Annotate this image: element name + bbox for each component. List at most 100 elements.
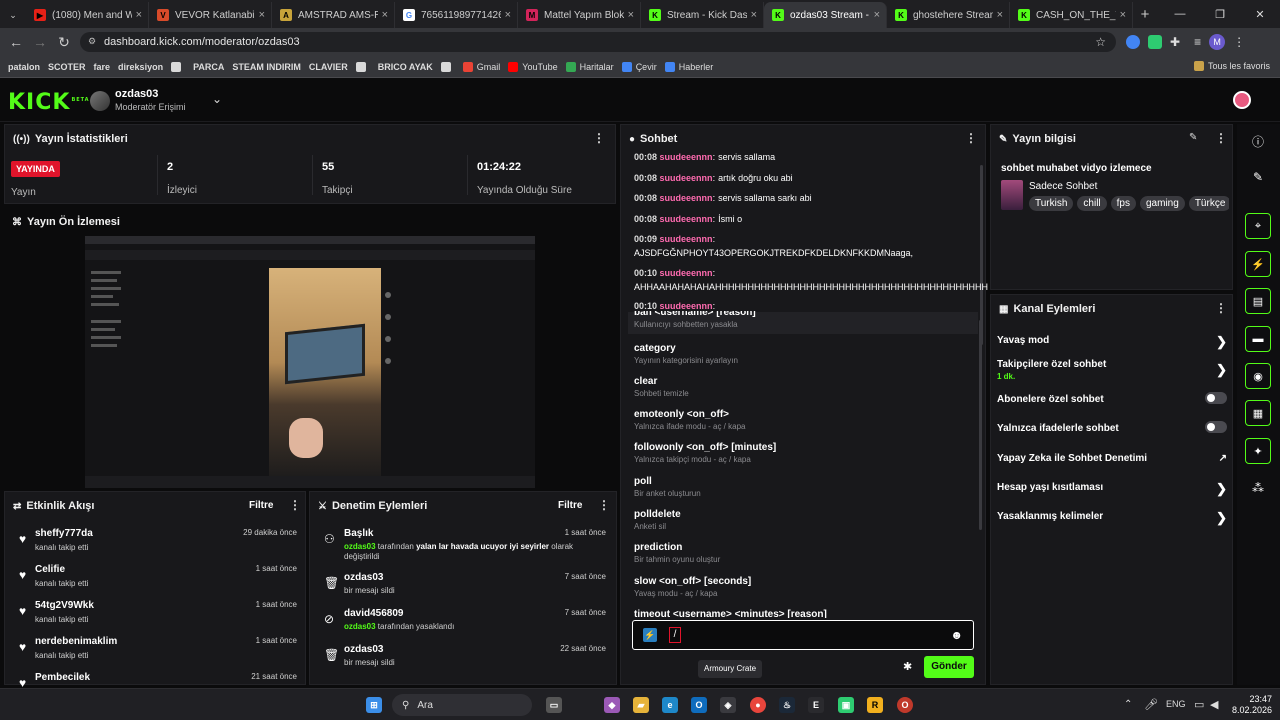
message-username[interactable]: suudeeennn: [660, 193, 713, 203]
stream-tag[interactable]: fps: [1110, 196, 1136, 211]
new-tab-button[interactable]: +: [1133, 2, 1157, 28]
epic-icon[interactable]: E: [808, 697, 824, 713]
bookmark-item[interactable]: direksiyon: [118, 62, 163, 72]
info-icon[interactable]: ⓘ: [1245, 128, 1271, 154]
moderation-target[interactable]: Başlık: [344, 528, 373, 539]
chat-input[interactable]: ⚡ / ☻: [632, 620, 974, 650]
subscribers-only-toggle[interactable]: [1205, 392, 1227, 404]
crosshair-icon[interactable]: ⌖: [1245, 213, 1271, 239]
stream-info-menu-icon[interactable]: ⋮: [1215, 131, 1227, 145]
bookmark-item[interactable]: Haberler: [664, 61, 713, 72]
channel-actions-menu-icon[interactable]: ⋮: [1215, 301, 1227, 315]
broadcast-rail-icon[interactable]: ◉: [1245, 363, 1271, 389]
message-username[interactable]: suudeeennn: [660, 301, 713, 311]
start-icon[interactable]: ⊞: [366, 697, 382, 713]
kick-logo[interactable]: KICKBETA: [8, 90, 90, 115]
stream-tag[interactable]: Turkish: [1029, 196, 1074, 211]
tab-close-icon[interactable]: ×: [1120, 9, 1126, 21]
category-name[interactable]: Sadece Sohbet: [1029, 181, 1097, 192]
moderation-target[interactable]: ozdas03: [344, 572, 383, 583]
tray-chevron-icon[interactable]: ⌃: [1124, 699, 1132, 710]
opera-icon[interactable]: O: [897, 697, 913, 713]
edge-icon[interactable]: e: [662, 697, 678, 713]
bookmark-item[interactable]: YouTube: [508, 61, 558, 72]
bookmark-item[interactable]: Haritalar: [565, 61, 614, 72]
command-suggestion[interactable]: poll Bir anket oluşturun: [634, 476, 974, 498]
chat-settings-icon[interactable]: ✱: [903, 660, 912, 673]
microphone-icon[interactable]: 🎤︎: [1144, 698, 1158, 711]
activity-username[interactable]: Pembecilek: [35, 672, 90, 683]
language-indicator[interactable]: ENG: [1166, 699, 1186, 709]
stream-tag[interactable]: gaming: [1140, 196, 1185, 211]
stream-tag[interactable]: Türkçe: [1188, 196, 1229, 211]
tab-close-icon[interactable]: ×: [997, 9, 1003, 21]
emote-only-toggle[interactable]: [1205, 421, 1227, 433]
speaker-icon[interactable]: ◀︎: [1210, 698, 1218, 711]
tab-close-icon[interactable]: ×: [382, 9, 388, 21]
browser-tab[interactable]: ▶ (1080) Men and Wo ×: [26, 2, 149, 28]
bubbles-icon[interactable]: ⁂: [1245, 475, 1271, 501]
bookmark-folder-icon[interactable]: [440, 61, 451, 72]
rockstar-icon[interactable]: R: [867, 697, 883, 713]
clock[interactable]: 23:47 8.02.2026: [1224, 694, 1272, 716]
tab-close-icon[interactable]: ×: [874, 9, 880, 21]
command-suggestion[interactable]: polldelete Anketi sil: [634, 509, 974, 531]
tab-close-icon[interactable]: ×: [259, 9, 265, 21]
bookmark-item[interactable]: STEAM INDIRIM: [232, 62, 301, 72]
browser-tab[interactable]: Kghostehere Stream - ×: [887, 2, 1010, 28]
moderator-name[interactable]: ozdas03: [344, 622, 376, 631]
browser-tab[interactable]: K Stream - Kick Dashbo ×: [641, 2, 764, 28]
command-suggestion[interactable]: timeout <username> <minutes> [reason]: [634, 609, 974, 618]
user-avatar[interactable]: [1233, 91, 1251, 109]
browser-tab[interactable]: K CASH_ON_THE_TABL ×: [1010, 2, 1133, 28]
pencil-icon[interactable]: ✎: [1245, 164, 1271, 190]
category-thumbnail[interactable]: [1001, 180, 1023, 210]
banned-words-row[interactable]: Yasaklanmış kelimeler ❯: [997, 510, 1227, 525]
moderator-name[interactable]: ozdas03: [344, 542, 376, 551]
message-username[interactable]: suudeeennn: [660, 234, 713, 244]
browser-tab[interactable]: M Mattel Yapım Blokları ×: [518, 2, 641, 28]
chrome-icon[interactable]: ●: [750, 697, 766, 713]
ai-moderation-row[interactable]: Yapay Zeka ile Sohbet Denetimi ↗: [997, 453, 1227, 464]
chat-scrollbar[interactable]: [980, 165, 983, 345]
bookmark-item[interactable]: CLAVIER: [309, 62, 348, 72]
slow-mode-row[interactable]: Yavaş mod ❯: [997, 334, 1227, 349]
activity-username[interactable]: nerdebenimaklim: [35, 636, 117, 647]
command-suggestion[interactable]: ban <username> [reason] Kullanıcıyı sohbe…: [634, 311, 974, 333]
tab-close-icon[interactable]: ×: [628, 9, 634, 21]
file-explorer-icon[interactable]: ▰: [633, 697, 649, 713]
lightning-icon[interactable]: ⚡: [1245, 251, 1271, 277]
moderation-menu-icon[interactable]: ⋮: [598, 498, 610, 512]
game-icon[interactable]: ▣: [838, 697, 854, 713]
chat-bubble-icon[interactable]: ▬: [1245, 326, 1271, 352]
command-suggestion[interactable]: followonly <on_off> [minutes] Yalnızca ta…: [634, 442, 974, 464]
browser-tab[interactable]: V VEVOR Katlanabilir Ya ×: [149, 2, 272, 28]
steam-icon[interactable]: ♨: [779, 697, 795, 713]
bookmark-item[interactable]: PARCA: [193, 62, 224, 72]
tab-close-icon[interactable]: ×: [136, 9, 142, 21]
close-window-icon[interactable]: ✕: [1240, 8, 1280, 21]
moderation-filter-button[interactable]: Filtre: [558, 500, 582, 511]
account-age-row[interactable]: Hesap yaşı kısıtlaması ❯: [997, 481, 1227, 496]
app-icon[interactable]: ◈: [720, 697, 736, 713]
moderation-target[interactable]: ozdas03: [344, 644, 383, 655]
bookmark-item[interactable]: fare: [94, 62, 111, 72]
bookmark-item[interactable]: patalon: [8, 62, 40, 72]
tab-close-icon[interactable]: ×: [751, 9, 757, 21]
activity-filter-button[interactable]: Filtre: [249, 500, 273, 511]
tools-icon[interactable]: ✦: [1245, 438, 1271, 464]
message-username[interactable]: suudeeennn: [660, 173, 713, 183]
shield-extension-icon[interactable]: [1148, 35, 1162, 49]
maximize-icon[interactable]: ❐: [1200, 8, 1240, 21]
send-button[interactable]: Gönder: [924, 656, 974, 678]
stats-menu-icon[interactable]: ⋮: [593, 131, 605, 145]
task-view-icon[interactable]: ▭: [546, 697, 562, 713]
command-suggestion[interactable]: slow <on_off> [seconds] Yavaş modu - aç /…: [634, 576, 974, 598]
address-bar[interactable]: ⚙ dashboard.kick.com/moderator/ozdas03 ☆: [80, 32, 1116, 52]
layout-icon[interactable]: ▦: [1245, 400, 1271, 426]
bookmark-folder-icon[interactable]: [355, 61, 366, 72]
browser-tab[interactable]: Kozdas03 Stream - Kick ×: [764, 2, 887, 28]
outlook-icon[interactable]: O: [691, 697, 707, 713]
bookmark-item[interactable]: Gmail: [462, 61, 500, 72]
edit-stream-icon[interactable]: ✎: [1189, 132, 1197, 143]
